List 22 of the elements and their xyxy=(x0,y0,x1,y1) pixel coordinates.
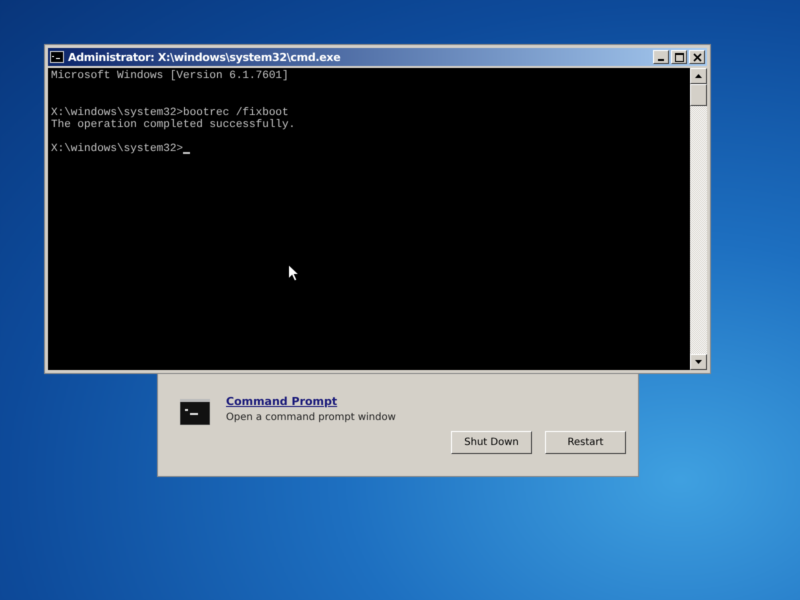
console-icon xyxy=(180,399,210,425)
mouse-pointer-icon xyxy=(288,264,300,282)
up-arrow-icon xyxy=(695,74,702,78)
console-line: Microsoft Windows [Version 6.1.7601] xyxy=(51,70,290,82)
console-prompt: X:\windows\system32> xyxy=(51,143,184,156)
command-prompt-link[interactable]: Command Prompt xyxy=(226,395,396,408)
maximize-button[interactable] xyxy=(671,50,687,64)
close-button[interactable] xyxy=(689,50,705,64)
dialog-button[interactable]: Shut Down xyxy=(451,431,532,454)
option-description: Open a command prompt window xyxy=(226,412,396,423)
scrollbar-thumb[interactable] xyxy=(690,84,707,106)
minimize-button[interactable] xyxy=(653,50,669,64)
console-icon xyxy=(50,51,64,63)
close-icon xyxy=(692,52,702,62)
maximize-icon xyxy=(674,52,684,62)
console-line: The operation completed successfully. xyxy=(51,118,296,131)
down-arrow-icon xyxy=(695,360,702,364)
console-line: X:\windows\system32>bootrec /fixboot xyxy=(51,106,290,119)
dialog-button[interactable]: Restart xyxy=(545,431,626,454)
window-title: Administrator: X:\windows\system32\cmd.exe xyxy=(68,50,340,64)
scrollbar[interactable] xyxy=(690,68,707,370)
minimize-icon xyxy=(658,59,664,61)
